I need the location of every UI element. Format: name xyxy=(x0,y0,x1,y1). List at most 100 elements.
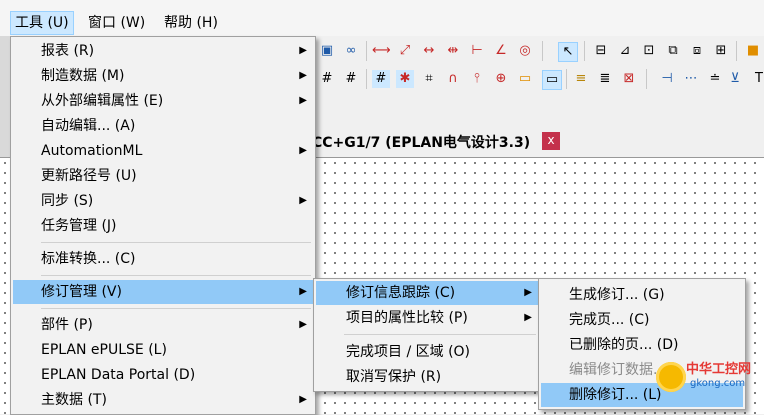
menu-item-manufacturing-data[interactable]: 制造数据 (M) ▶ xyxy=(13,64,313,88)
magnet-icon[interactable]: ∩ xyxy=(444,70,462,88)
menu-item-label: 从外部编辑属性 (E) xyxy=(41,93,164,109)
menu-separator xyxy=(41,275,311,276)
submenu-arrow-icon: ▶ xyxy=(299,319,307,330)
watermark-logo: 中华工控网 gkong.com xyxy=(650,356,758,406)
menu-item-revision-management[interactable]: 修订管理 (V) ▶ xyxy=(13,280,313,304)
menu-item-compare-project-properties[interactable]: 项目的属性比较 (P) ▶ xyxy=(316,306,538,330)
lines-b-icon[interactable]: ≣ xyxy=(596,70,614,88)
menu-item-complete-project[interactable]: 完成项目 / 区域 (O) xyxy=(316,340,538,364)
align-icon[interactable]: ⧉ xyxy=(664,42,682,60)
link-icon[interactable]: ∞ xyxy=(342,42,360,60)
grid-snap-icon[interactable]: # xyxy=(372,70,390,88)
watermark-url: gkong.com xyxy=(690,378,746,389)
menu-item-label: AutomationML xyxy=(41,143,143,159)
device-icon[interactable]: ⋯ xyxy=(682,70,700,88)
menu-item-label: 已删除的页... (D) xyxy=(569,337,679,353)
menu-item-deleted-pages[interactable]: 已删除的页... (D) xyxy=(541,333,743,357)
menu-item-revision-tracking[interactable]: 修订信息跟踪 (C) ▶ xyxy=(316,281,538,305)
menu-item-parts[interactable]: 部件 (P) ▶ xyxy=(13,313,313,337)
menu-item-label: 自动编辑... (A) xyxy=(41,118,136,134)
document-tab-title: CC+G1/7 (EPLAN电气设计3.3) xyxy=(312,135,531,151)
text-icon[interactable]: T xyxy=(750,70,764,88)
menu-item-generate-revision[interactable]: 生成修订... (G) xyxy=(541,283,743,307)
submenu-arrow-icon: ▶ xyxy=(524,287,532,298)
close-tab-button[interactable]: x xyxy=(542,132,560,150)
pointer-icon[interactable]: ↖ xyxy=(558,42,578,62)
menu-item-task-management[interactable]: 任务管理 (J) xyxy=(13,214,313,238)
chain-dimension-icon[interactable]: ↔ xyxy=(420,42,438,60)
distribute-icon[interactable]: ⧈ xyxy=(688,42,706,60)
text-layout-icon[interactable]: ⊟ xyxy=(592,42,610,60)
menu-item-master-data[interactable]: 主数据 (T) ▶ xyxy=(13,388,313,412)
submenu-arrow-icon: ▶ xyxy=(299,45,307,56)
menu-item-complete-page[interactable]: 完成页... (C) xyxy=(541,308,743,332)
aligned-dimension-icon[interactable]: ⤢ xyxy=(396,42,414,60)
menu-item-synchronize[interactable]: 同步 (S) ▶ xyxy=(13,189,313,213)
input-box-icon[interactable]: ▭ xyxy=(542,70,562,90)
toolbar-separator xyxy=(366,41,367,61)
menu-item-update-path-numbers[interactable]: 更新路径号 (U) xyxy=(13,164,313,188)
grid-a-icon[interactable]: # xyxy=(318,70,336,88)
menu-item-label: 取消写保护 (R) xyxy=(346,369,442,385)
toolbar-separator xyxy=(542,41,543,61)
menu-separator xyxy=(41,242,311,243)
menu-item-label: 制造数据 (M) xyxy=(41,68,125,84)
structure-icon[interactable]: ≐ xyxy=(706,70,724,88)
toolbar-separator xyxy=(566,69,567,89)
cross-hair-icon[interactable]: ⊕ xyxy=(492,70,510,88)
menu-item-eplan-epulse[interactable]: EPLAN ePULSE (L) xyxy=(13,338,313,362)
menu-item-label: 删除修订... (L) xyxy=(569,387,662,403)
submenu-arrow-icon: ▶ xyxy=(299,95,307,106)
document-tab[interactable]: CC+G1/7 (EPLAN电气设计3.3) x xyxy=(300,126,564,156)
submenu-arrow-icon: ▶ xyxy=(524,312,532,323)
box-icon[interactable]: ▭ xyxy=(516,70,534,88)
mirror-icon[interactable]: ⊿ xyxy=(616,42,634,60)
menu-item-label: 完成页... (C) xyxy=(569,312,650,328)
menu-item-reports[interactable]: 报表 (R) ▶ xyxy=(13,39,313,63)
submenu-arrow-icon: ▶ xyxy=(299,394,307,405)
object-snap-icon[interactable]: ✱ xyxy=(396,70,414,88)
menu-item-label: EPLAN ePULSE (L) xyxy=(41,342,167,358)
menu-item-label: 生成修订... (G) xyxy=(569,287,665,303)
menu-item-standard-conversion[interactable]: 标准转换... (C) xyxy=(13,247,313,271)
menu-item-eplan-data-portal[interactable]: EPLAN Data Portal (D) xyxy=(13,363,313,387)
order-icon[interactable]: ⊞ xyxy=(712,42,730,60)
submenu-arrow-icon: ▶ xyxy=(299,195,307,206)
copy-format-icon[interactable]: ■ xyxy=(744,42,762,60)
menu-item-label: 标准转换... (C) xyxy=(41,251,136,267)
menu-item-label: 任务管理 (J) xyxy=(41,218,117,234)
group-icon[interactable]: ⊡ xyxy=(640,42,658,60)
menu-item-remove-write-protection[interactable]: 取消写保护 (R) xyxy=(316,365,538,389)
lines-x-icon[interactable]: ⊠ xyxy=(620,70,638,88)
menu-item-label: 修订信息跟踪 (C) xyxy=(346,285,456,301)
menu-item-label: 同步 (S) xyxy=(41,193,94,209)
menu-item-edit-external-properties[interactable]: 从外部编辑属性 (E) ▶ xyxy=(13,89,313,113)
submenu-arrow-icon: ▶ xyxy=(299,145,307,156)
snap-point-icon[interactable]: ⫯ xyxy=(468,70,486,88)
cart-icon[interactable]: ⊻ xyxy=(726,70,744,88)
menu-item-label: 部件 (P) xyxy=(41,317,93,333)
connection-point-icon[interactable]: ⊣ xyxy=(658,70,676,88)
menu-window[interactable]: 窗口 (W) xyxy=(84,12,149,34)
menu-item-label: 修订管理 (V) xyxy=(41,284,122,300)
incremental-dimension-icon[interactable]: ⇹ xyxy=(444,42,462,60)
lines-a-icon[interactable]: ≡ xyxy=(572,70,590,88)
grid-b-icon[interactable]: # xyxy=(342,70,360,88)
toolbar: ▣ ∞ ⟷ ⤢ ↔ ⇹ ⊢ ∠ ◎ ↖ ⊟ ⊿ ⊡ ⧉ ⧈ ⊞ ■ # # # … xyxy=(310,36,764,98)
submenu-arrow-icon: ▶ xyxy=(299,70,307,81)
watermark-text: 中华工控网 xyxy=(686,362,752,377)
menu-item-auto-edit[interactable]: 自动编辑... (A) xyxy=(13,114,313,138)
image-icon[interactable]: ▣ xyxy=(318,42,336,60)
toolbar-separator xyxy=(366,69,367,89)
menu-item-automationml[interactable]: AutomationML ▶ xyxy=(13,139,313,163)
baseline-dimension-icon[interactable]: ⊢ xyxy=(468,42,486,60)
dimension-icon[interactable]: ⟷ xyxy=(372,42,391,60)
angle-dimension-icon[interactable]: ∠ xyxy=(492,42,510,60)
menu-item-label: EPLAN Data Portal (D) xyxy=(41,367,196,383)
menu-item-label: 完成项目 / 区域 (O) xyxy=(346,344,471,360)
menu-tools[interactable]: 工具 (U) xyxy=(10,11,74,35)
menu-item-label: 更新路径号 (U) xyxy=(41,168,137,184)
radius-dimension-icon[interactable]: ◎ xyxy=(516,42,534,60)
grid-c-icon[interactable]: ⌗ xyxy=(420,70,438,88)
menu-help[interactable]: 帮助 (H) xyxy=(160,12,222,34)
